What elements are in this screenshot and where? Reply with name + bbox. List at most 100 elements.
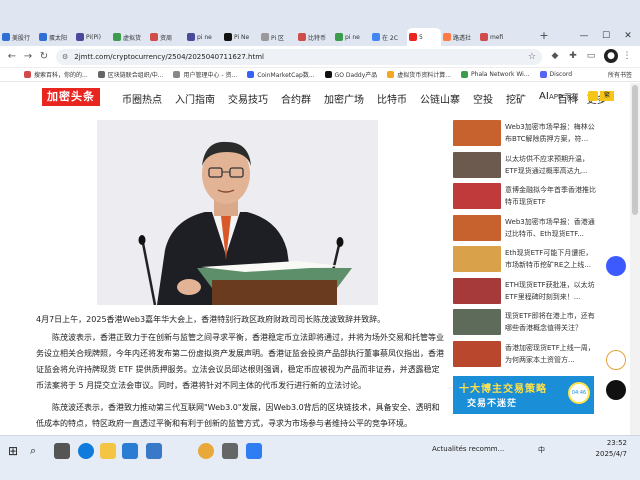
- taskbar-clock[interactable]: 23:52 2025/4/7: [583, 438, 627, 460]
- browser-tab[interactable]: Pi(Pi): [74, 28, 111, 46]
- url-input[interactable]: ⚙ 2jmtt.com/cryptocurrency/2504/20250407…: [56, 49, 542, 65]
- app-download-link[interactable]: APP 下载: [549, 92, 578, 102]
- floating-chat-icon[interactable]: [606, 256, 626, 276]
- browser-tab[interactable]: mefi: [478, 28, 515, 46]
- site-nav-item[interactable]: 挖矿: [506, 91, 526, 106]
- minimize-button[interactable]: —: [574, 28, 594, 44]
- site-info-icon[interactable]: ⚙: [62, 53, 68, 61]
- forward-icon[interactable]: →: [20, 49, 36, 65]
- file-explorer-icon[interactable]: [100, 443, 116, 459]
- related-news-item[interactable]: Web3加密市场早报：梅林公布BTC解除质押方案，符...: [453, 120, 595, 146]
- news-thumbnail: [453, 183, 501, 209]
- bookmark-item[interactable]: Phala Network Wi...: [461, 71, 530, 78]
- bookmark-favicon-icon: [387, 71, 395, 78]
- close-window-button[interactable]: ✕: [618, 28, 638, 44]
- browser-tab[interactable]: pi ne: [333, 28, 370, 46]
- browser-tab[interactable]: 蛋太阳: [37, 28, 74, 46]
- chrome-icon[interactable]: [198, 443, 214, 459]
- site-nav-item[interactable]: 入门指南: [175, 91, 215, 106]
- search-icon[interactable]: ⌕: [30, 443, 46, 459]
- bookmark-item[interactable]: GO Daddy产品: [324, 70, 377, 79]
- tab-label: 资周: [160, 34, 173, 42]
- maximize-button[interactable]: ☐: [596, 28, 616, 44]
- browser-tab[interactable]: Pi 区: [259, 28, 296, 46]
- site-nav-item[interactable]: 币圈热点: [122, 91, 162, 106]
- site-nav-item[interactable]: 空投: [473, 91, 493, 106]
- related-news-item[interactable]: 意博金融拟今年首季香港推比特币现货ETF: [453, 183, 596, 209]
- related-news-item[interactable]: 香港加密现货ETF上线一周，为何两家本土资管方...: [453, 340, 595, 367]
- new-tab-button[interactable]: +: [536, 28, 552, 44]
- extension-icon[interactable]: ◆: [548, 49, 562, 63]
- bookmark-favicon-icon: [324, 71, 332, 78]
- site-nav-item[interactable]: 交易技巧: [228, 91, 268, 106]
- browser-tab[interactable]: 5: [407, 28, 441, 46]
- url-text: 2jmtt.com/cryptocurrency/2504/2025040711…: [74, 53, 264, 61]
- edge-icon[interactable]: [78, 443, 94, 459]
- news-thumbnail: [453, 214, 501, 241]
- bookmark-item[interactable]: 虚拟货币资料计算...: [387, 70, 451, 79]
- tab-favicon-icon: [113, 33, 121, 41]
- news-title: ETH现货ETF获批准，以太坊ETF里程碑时刻到来！...: [505, 280, 595, 301]
- menu-icon[interactable]: ⋮: [620, 49, 634, 63]
- split-view-icon[interactable]: ▭: [584, 49, 598, 63]
- back-icon[interactable]: ←: [4, 49, 20, 65]
- windows-start-icon[interactable]: ⊞: [8, 443, 24, 459]
- site-nav-item[interactable]: 加密广场: [324, 91, 364, 106]
- related-news-item[interactable]: Eth现货ETF可能下月遭拒，市场新特币挖矿RE之上线...: [453, 246, 595, 272]
- site-nav-item[interactable]: 比特币: [377, 91, 407, 106]
- profile-avatar[interactable]: ●: [604, 49, 618, 63]
- tab-label: 比特币: [308, 34, 327, 42]
- browser-tab[interactable]: 在 2C: [370, 28, 407, 46]
- related-news-item[interactable]: 以太坊供不应求预期升温，ETF现货通过概率高达九...: [453, 151, 595, 178]
- user-icon[interactable]: [588, 91, 598, 101]
- related-news-item[interactable]: Web3加密市场早报：香港通过比特币、Eth现货ETF...: [453, 214, 595, 241]
- site-nav-item[interactable]: 合约群: [281, 91, 311, 106]
- browser-tab[interactable]: 虚拟货: [111, 28, 148, 46]
- clock-time: 23:52: [606, 439, 627, 447]
- tab-label: 路透社: [453, 34, 472, 42]
- news-thumbnail: [453, 277, 501, 304]
- puzzle-icon[interactable]: ✚: [566, 49, 580, 63]
- browser-tab[interactable]: 路透社: [441, 28, 478, 46]
- browser-tab[interactable]: 资周: [148, 28, 185, 46]
- bookmark-item[interactable]: 区块链联合组织/中...: [97, 70, 163, 79]
- all-bookmarks-link[interactable]: 所有书签: [608, 70, 632, 79]
- tab-favicon-icon: [409, 33, 417, 41]
- bookmark-item[interactable]: CoinMarketCap数...: [247, 70, 315, 79]
- browser-tab[interactable]: Pi Ne: [222, 28, 259, 46]
- site-nav-item[interactable]: AI: [539, 91, 549, 106]
- tab-favicon-icon: [298, 33, 306, 41]
- tab-favicon-icon: [372, 33, 380, 41]
- news-title: 现货ETF即将在港上市，还有哪些香港概念值得关注？: [505, 312, 595, 332]
- site-nav-item[interactable]: 公链山寨: [420, 91, 460, 106]
- ime-indicator[interactable]: 中: [538, 445, 545, 455]
- language-toggle[interactable]: 繁: [600, 91, 614, 101]
- tab-label: pi ne: [345, 33, 360, 41]
- browser-tab[interactable]: 比特币: [296, 28, 333, 46]
- bookmark-label: Phala Network Wi...: [471, 71, 530, 78]
- news-thumbnail: [453, 120, 501, 146]
- task-view-icon[interactable]: [54, 443, 70, 459]
- floating-k-icon[interactable]: [606, 380, 626, 400]
- reload-icon[interactable]: ↻: [36, 49, 52, 65]
- weather-news-widget[interactable]: Actualités recomm...: [432, 445, 504, 453]
- browser-tab[interactable]: 美股行: [0, 28, 37, 46]
- tab-favicon-icon: [76, 33, 84, 41]
- floating-promo-icon[interactable]: [606, 350, 626, 370]
- related-news-item[interactable]: ETH现货ETF获批准，以太坊ETF里程碑时刻到来！...: [453, 277, 595, 304]
- site-logo[interactable]: 加密头条: [42, 88, 100, 106]
- browser-tab[interactable]: pi ne: [185, 28, 222, 46]
- store-icon[interactable]: [122, 443, 138, 459]
- bookmark-favicon-icon: [24, 71, 31, 78]
- bookmark-item[interactable]: 用户管理中心 - 资...: [173, 70, 237, 79]
- promo-banner[interactable]: 十大博主交易策略 交易不迷茫 04:46: [453, 376, 594, 414]
- bookmark-star-icon[interactable]: ☆: [528, 52, 536, 62]
- telegram-icon[interactable]: [246, 443, 262, 459]
- related-news-item[interactable]: 现货ETF即将在港上市，还有哪些香港概念值得关注？: [453, 309, 595, 335]
- bookmark-item[interactable]: Discord: [539, 71, 572, 78]
- mail-icon[interactable]: [146, 443, 162, 459]
- scrollbar-thumb[interactable]: [632, 85, 638, 215]
- app-icon[interactable]: [222, 443, 238, 459]
- page-scrollbar[interactable]: [630, 83, 640, 435]
- bookmark-item[interactable]: 搜索百科，你的的...: [24, 70, 88, 79]
